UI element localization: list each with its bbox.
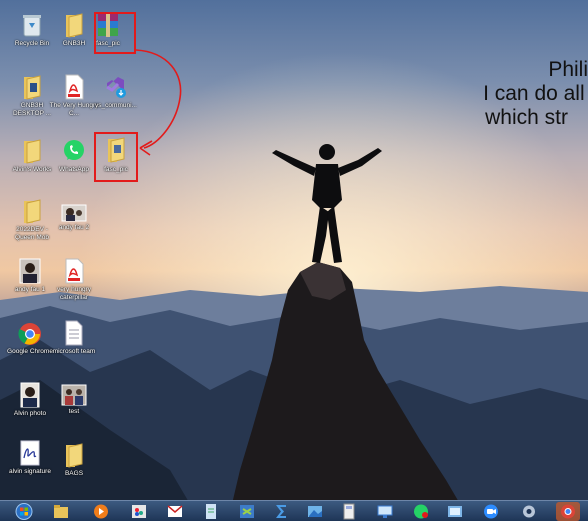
photo-icon [61,384,87,406]
visual-studio-icon[interactable] [238,503,256,520]
paint-icon[interactable] [130,503,148,520]
desktop-icon-andy-fau-2[interactable]: andy fau 2 [48,204,100,232]
chrome-icon [18,323,41,345]
icon-label: microsoft team [52,348,96,355]
zoom-icon[interactable] [482,503,500,520]
whatsapp-icon [64,140,84,160]
folder-icon [66,443,83,468]
recycle-bin-icon [23,15,41,37]
outlook-icon[interactable] [166,503,184,520]
icon-label: andy fau 2 [58,224,90,231]
photos-icon[interactable] [306,503,324,520]
icon-label: WhatsApp [59,166,89,173]
desktop-icon-microsoft-team[interactable]: microsoft team [48,320,100,356]
chrome-icon[interactable] [556,502,580,521]
icon-label: andy fau 1 [14,286,46,293]
ie-icon[interactable] [446,503,464,520]
icon-label: test [68,408,80,415]
calculator-icon[interactable] [340,503,358,520]
icon-label: Alvin photo [13,410,47,417]
icon-label: alvin signature [9,468,51,475]
icon-label: GNB3H DESKTOP ... [12,102,52,117]
media-player-icon[interactable] [92,503,110,520]
photo-icon [19,258,41,284]
file-explorer-icon[interactable] [52,503,70,520]
start-orb-icon[interactable] [14,503,34,520]
pdf-icon [65,74,84,100]
remote-desktop-icon[interactable] [376,503,394,520]
pdf-icon [65,258,84,284]
icon-label: 2022DEV - Queen Mob [15,226,49,241]
desktop-icon-very-hungry-caterpillar[interactable]: very hungry caterpillar [48,258,100,301]
folder-icon [24,139,41,164]
folder-icon [24,199,41,224]
icon-label: BAGS [64,470,84,477]
verse-line-1: Phili [548,58,588,81]
icon-label: Alvin's Works [12,166,52,173]
verse-line-3: which str [485,106,568,129]
icon-label: Google Chrome [7,348,53,355]
photo-icon [20,382,40,408]
icon-label: very hungry caterpillar [57,286,91,301]
photo-icon [61,204,87,222]
folder-icon [24,75,41,100]
verse-line-2: I can do all th [483,82,588,105]
whatsapp-icon[interactable] [412,503,430,520]
desktop-icon-test[interactable]: test [48,384,100,416]
text-file-icon [65,320,83,346]
sigma-icon[interactable] [272,503,290,520]
signature-image-icon [20,440,40,466]
notepad-icon[interactable] [202,503,220,520]
taskbar [0,500,588,521]
move-arrow [135,49,182,156]
desktop: Phili I can do all th which str Recycle … [0,0,588,521]
desktop-icon-bags[interactable]: BAGS [48,442,100,478]
icon-label: Recycle Bin [14,40,50,47]
wallpaper-verse: Phili I can do all th which str [278,58,588,130]
settings-icon[interactable] [520,503,538,520]
